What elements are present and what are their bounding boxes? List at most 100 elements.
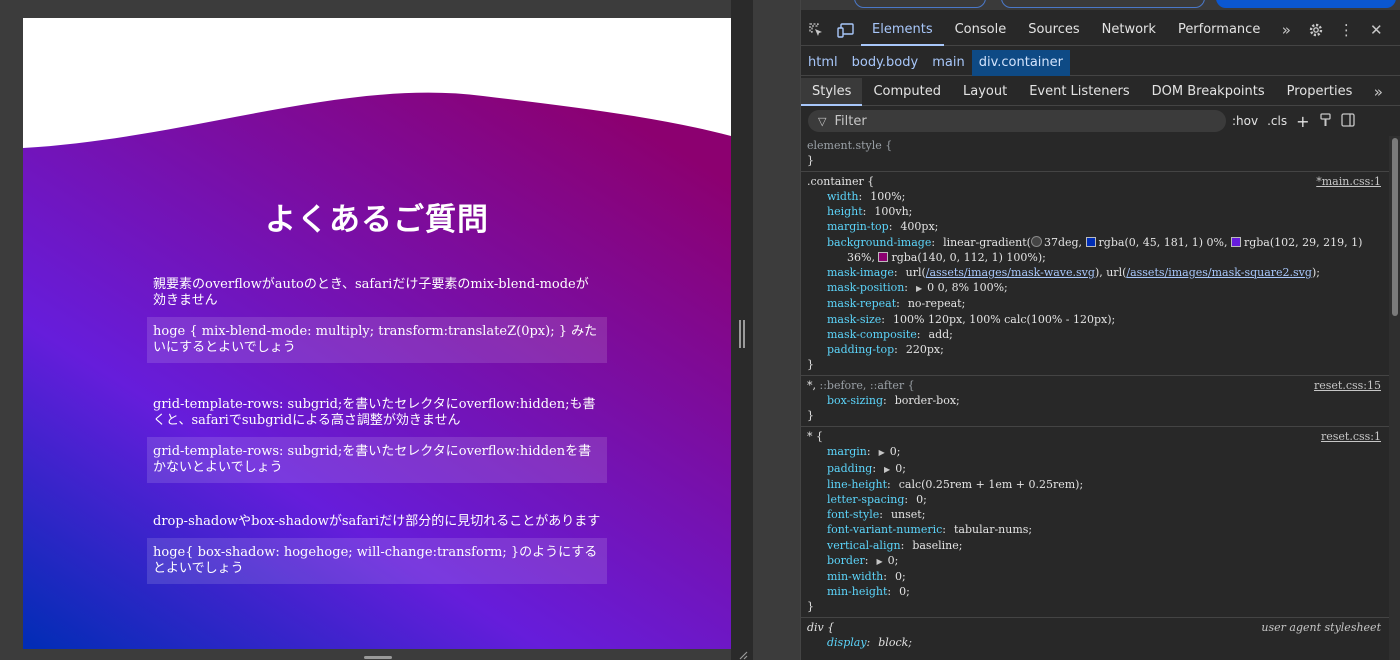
rule-selector[interactable]: .container { <box>807 175 874 188</box>
expand-triangle-icon[interactable]: ▶ <box>916 284 922 293</box>
asset-link[interactable]: /assets/images/mask-square2.svg <box>1126 266 1312 279</box>
declaration[interactable]: line-height: calc(0.25rem + 1em + 0.25rem… <box>807 477 1383 492</box>
viewport-area: よくあるご質問 親要素のoverflowがautoのとき、safariだけ子要素… <box>0 0 800 660</box>
rule-container: .container { *main.css:1 width: 100%; hei… <box>801 172 1389 377</box>
rule-selector[interactable]: * { <box>807 430 823 443</box>
toggle-sidebar-icon[interactable] <box>1340 112 1355 130</box>
rule-close: } <box>807 600 814 614</box>
declaration[interactable]: vertical-align: baseline; <box>807 538 1383 553</box>
devtools-panel: Elements Console Sources Network Perform… <box>800 0 1400 660</box>
color-swatch[interactable] <box>1085 236 1096 247</box>
tab-network[interactable]: Network <box>1091 14 1167 46</box>
declaration[interactable]: mask-position: ▶ 0 0, 8% 100%; <box>807 280 1383 296</box>
toolbar-pill[interactable] <box>1216 0 1396 8</box>
gear-icon[interactable] <box>1301 14 1331 46</box>
rule-star: * { reset.css:1 margin: ▶ 0; padding: ▶ 0; l… <box>801 427 1389 619</box>
expand-triangle-icon[interactable]: ▶ <box>879 448 885 457</box>
rule-element-style: element.style { } <box>801 136 1389 172</box>
viewport-corner-resize-icon[interactable] <box>738 650 748 660</box>
more-subtabs-icon[interactable]: » <box>1363 76 1393 108</box>
styles-subtabs: Styles Computed Layout Event Listeners D… <box>801 76 1400 108</box>
declaration[interactable]: mask-composite: add; <box>807 327 1383 342</box>
paint-bucket-icon[interactable] <box>1319 112 1332 130</box>
declaration[interactable]: box-sizing: border-box; <box>807 393 1383 408</box>
rule-selector-pseudo[interactable]: ::before, ::after { <box>820 379 915 392</box>
faq-question: 親要素のoverflowがautoのとき、safariだけ子要素のmix-ble… <box>153 277 589 308</box>
faq-item: drop-shadowやbox-shadowがsafariだけ部分的に見切れるこ… <box>147 514 607 584</box>
faq-question: drop-shadowやbox-shadowがsafariだけ部分的に見切れるこ… <box>153 514 601 529</box>
rule-selector: div { <box>807 621 835 635</box>
tab-sources[interactable]: Sources <box>1017 14 1090 46</box>
declaration[interactable]: padding: ▶ 0; <box>807 461 1383 477</box>
more-tabs-icon[interactable]: » <box>1271 14 1301 46</box>
tab-elements[interactable]: Elements <box>861 14 944 46</box>
filter-icon: ▽ <box>818 114 827 128</box>
declaration[interactable]: padding-top: 220px; <box>807 342 1383 357</box>
hov-toggle[interactable]: :hov <box>1232 114 1258 128</box>
breadcrumb-main[interactable]: main <box>925 50 971 76</box>
color-swatch[interactable] <box>1230 236 1241 247</box>
filter-bar: ▽ Filter :hov .cls + <box>801 106 1400 136</box>
tab-performance[interactable]: Performance <box>1167 14 1271 46</box>
breadcrumb-body[interactable]: body.body <box>845 50 926 76</box>
color-swatch[interactable] <box>878 251 889 262</box>
declaration[interactable]: width: 100%; <box>807 189 1383 204</box>
breadcrumb-container[interactable]: div.container <box>971 49 1070 76</box>
declaration[interactable]: border: ▶ 0; <box>807 553 1383 569</box>
subtab-styles[interactable]: Styles <box>801 77 863 106</box>
viewport-height-handle[interactable] <box>364 656 392 659</box>
rule-div-user-agent: div { user agent stylesheet display: bloc… <box>801 618 1389 653</box>
declaration[interactable]: min-width: 0; <box>807 569 1383 584</box>
viewport-width-handle[interactable] <box>739 320 745 348</box>
expand-triangle-icon[interactable]: ▶ <box>876 557 882 566</box>
rule-selector[interactable]: *, <box>807 379 816 392</box>
expand-triangle-icon[interactable]: ▶ <box>884 465 890 474</box>
rule-close: } <box>807 409 814 423</box>
angle-swatch-icon[interactable] <box>1030 235 1042 247</box>
declaration[interactable]: mask-image: url(/assets/images/mask-wave.… <box>807 265 1383 280</box>
rule-close: } <box>807 154 814 167</box>
declaration[interactable]: font-style: unset; <box>807 507 1383 522</box>
declaration[interactable]: letter-spacing: 0; <box>807 492 1383 507</box>
subtab-event-listeners[interactable]: Event Listeners <box>1018 78 1140 106</box>
rule-source-label: user agent stylesheet <box>1261 621 1381 635</box>
close-icon[interactable]: ✕ <box>1361 14 1391 46</box>
new-rule-icon[interactable]: + <box>1296 112 1309 131</box>
scrollbar-thumb[interactable] <box>1392 138 1398 316</box>
cls-toggle[interactable]: .cls <box>1267 114 1287 128</box>
subtab-dom-breakpoints[interactable]: DOM Breakpoints <box>1141 78 1276 106</box>
subtab-properties[interactable]: Properties <box>1276 78 1364 106</box>
rule-source-link[interactable]: *main.css:1 <box>1316 174 1381 189</box>
faq-answer: hoge { mix-blend-mode: multiply; transfo… <box>147 317 607 363</box>
rule-source-link[interactable]: reset.css:1 <box>1321 429 1381 444</box>
subtab-computed[interactable]: Computed <box>862 78 952 106</box>
toolbar-pill[interactable] <box>854 0 986 8</box>
kebab-menu-icon[interactable]: ⋮ <box>1331 14 1361 46</box>
declaration[interactable]: min-height: 0; <box>807 584 1383 599</box>
tab-console[interactable]: Console <box>944 14 1018 46</box>
declaration[interactable]: margin: ▶ 0; <box>807 444 1383 460</box>
top-strip <box>801 0 1400 10</box>
styles-scrollbar[interactable] <box>1389 136 1400 660</box>
rule-source-link[interactable]: reset.css:15 <box>1314 378 1381 393</box>
breadcrumb-html[interactable]: html <box>801 50 845 76</box>
rule-selector[interactable]: element.style { <box>807 138 1383 153</box>
subtab-layout[interactable]: Layout <box>952 78 1018 106</box>
declaration[interactable]: margin-top: 400px; <box>807 219 1383 234</box>
filter-input[interactable]: ▽ Filter <box>808 110 1226 132</box>
declaration: display: block; <box>827 636 912 650</box>
declaration[interactable]: mask-size: 100% 120px, 100% calc(100% - 1… <box>807 312 1383 327</box>
asset-link[interactable]: /assets/images/mask-wave.svg <box>926 266 1095 279</box>
inspect-element-icon[interactable] <box>801 14 831 46</box>
rule-star-pseudo: *, ::before, ::after { reset.css:15 box-… <box>801 376 1389 428</box>
faq-answer: hoge{ box-shadow: hogehoge; will-change:… <box>147 538 607 584</box>
device-toggle-icon[interactable] <box>831 14 861 46</box>
declaration[interactable]: height: 100vh; <box>807 204 1383 219</box>
declaration[interactable]: background-image: linear-gradient(37deg, … <box>807 235 1383 265</box>
faq-item: grid-template-rows: subgrid;を書いたセレクタにove… <box>147 397 607 483</box>
rule-close: } <box>807 358 814 372</box>
declaration[interactable]: font-variant-numeric: tabular-nums; <box>807 522 1383 537</box>
viewport-margin <box>753 0 800 660</box>
declaration[interactable]: mask-repeat: no-repeat; <box>807 296 1383 311</box>
toolbar-pill[interactable] <box>1001 0 1205 8</box>
